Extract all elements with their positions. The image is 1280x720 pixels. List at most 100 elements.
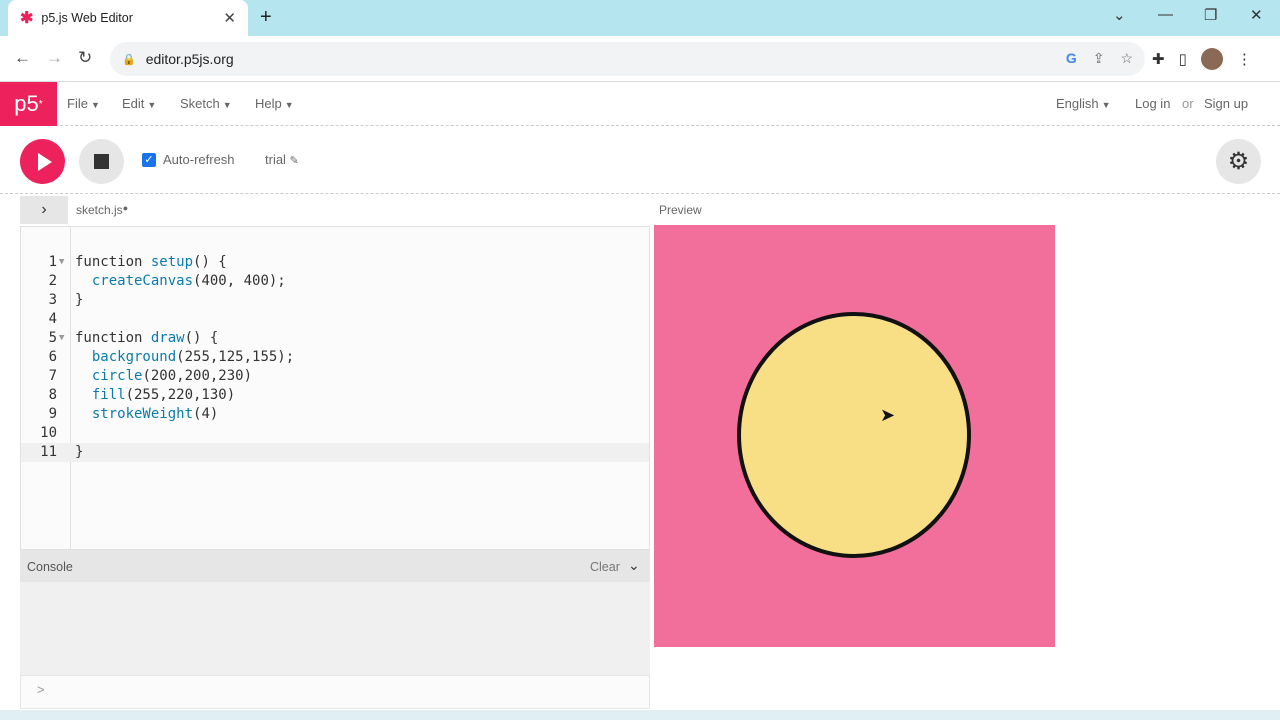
code-lines[interactable]: 1 ▼ function setup() {2 createCanvas(400, … bbox=[21, 253, 649, 462]
code-text[interactable]: background(255,125,155); bbox=[75, 348, 294, 367]
logo-asterisk: * bbox=[38, 98, 43, 110]
code-text[interactable]: fill(255,220,130) bbox=[75, 386, 235, 405]
line-number: 4 bbox=[48, 311, 57, 327]
fold-arrow-icon[interactable]: ▼ bbox=[59, 253, 64, 272]
sketch-name[interactable]: trial ✎ bbox=[265, 152, 299, 167]
console-header: Console Clear ⌄ bbox=[20, 550, 650, 582]
back-icon[interactable]: ← bbox=[14, 48, 31, 68]
chevron-down-icon[interactable]: ⌄ bbox=[628, 557, 640, 574]
restore-icon[interactable]: ❐ bbox=[1204, 6, 1217, 24]
menu-file-label: File bbox=[67, 96, 88, 111]
console-output bbox=[20, 582, 650, 675]
play-icon bbox=[37, 152, 52, 171]
file-name: sketch.js bbox=[76, 203, 123, 217]
code-line[interactable]: 5 ▼ function draw() { bbox=[21, 329, 649, 348]
settings-button[interactable]: ⚙ bbox=[1216, 139, 1261, 184]
forward-icon[interactable]: → bbox=[46, 48, 63, 68]
code-editor[interactable]: 1 ▼ function setup() {2 createCanvas(400, … bbox=[20, 226, 650, 550]
preview-label: Preview bbox=[659, 203, 702, 217]
expand-sidebar-button[interactable]: › bbox=[20, 196, 68, 224]
tab-title: p5.js Web Editor bbox=[41, 11, 133, 25]
new-tab-button[interactable]: + bbox=[260, 6, 272, 29]
code-line[interactable]: 3} bbox=[21, 291, 649, 310]
console-clear-button[interactable]: Clear bbox=[590, 560, 620, 574]
extensions-icon[interactable]: ✚ bbox=[1152, 50, 1165, 68]
menu-sketch[interactable]: Sketch ▼ bbox=[180, 96, 232, 111]
line-number: 3 bbox=[48, 292, 57, 308]
unsaved-dot-icon: ● bbox=[122, 203, 129, 213]
caret-down-icon: ▼ bbox=[284, 100, 294, 110]
preview-svg bbox=[737, 312, 971, 558]
code-line[interactable]: 10 bbox=[21, 424, 649, 443]
reload-icon[interactable]: ↻ bbox=[78, 48, 92, 68]
line-number: 11 bbox=[40, 444, 57, 460]
auto-refresh-label: Auto-refresh bbox=[163, 152, 235, 167]
menu-edit[interactable]: Edit ▼ bbox=[122, 96, 156, 111]
code-line[interactable]: 8 fill(255,220,130) bbox=[21, 386, 649, 405]
menu-help[interactable]: Help ▼ bbox=[255, 96, 294, 111]
fold-arrow-icon[interactable]: ▼ bbox=[59, 329, 64, 348]
menu-file[interactable]: File ▼ bbox=[67, 96, 100, 111]
checkbox-checked-icon[interactable]: ✓ bbox=[142, 152, 156, 167]
code-line[interactable]: 6 background(255,125,155); bbox=[21, 348, 649, 367]
menu-sketch-label: Sketch bbox=[180, 96, 220, 111]
tab-close-icon[interactable]: ✕ bbox=[223, 9, 236, 27]
console-prompt: > bbox=[37, 682, 45, 697]
play-button[interactable] bbox=[20, 139, 65, 184]
signup-link[interactable]: Sign up bbox=[1204, 96, 1248, 111]
file-tab[interactable]: sketch.js● bbox=[76, 203, 128, 217]
mouse-cursor-icon: ➤ bbox=[880, 405, 896, 425]
code-line[interactable]: 7 circle(200,200,230) bbox=[21, 367, 649, 386]
line-number: 2 bbox=[48, 273, 57, 289]
browser-menu-icon[interactable]: ⋮ bbox=[1237, 50, 1252, 68]
taskbar-strip bbox=[0, 710, 1280, 720]
gear-icon: ⚙ bbox=[1227, 148, 1250, 175]
browser-tab-strip: ✱ p5.js Web Editor ✕ + ⌄ — ❐ ✕ bbox=[0, 0, 1280, 36]
caret-down-icon: ▼ bbox=[147, 100, 157, 110]
code-text[interactable]: function draw() { bbox=[75, 329, 218, 348]
window-close-icon[interactable]: ✕ bbox=[1250, 6, 1263, 24]
browser-tab[interactable]: ✱ p5.js Web Editor ✕ bbox=[8, 0, 248, 36]
code-text[interactable]: } bbox=[75, 291, 83, 310]
menu-help-label: Help bbox=[255, 96, 282, 111]
omnibox[interactable]: 🔒 editor.p5js.org G ⇪ ☆ bbox=[110, 42, 1145, 76]
stop-icon bbox=[94, 154, 109, 169]
lock-icon: 🔒 bbox=[122, 53, 136, 66]
code-text[interactable]: } bbox=[75, 443, 83, 462]
google-icon[interactable]: G bbox=[1066, 50, 1077, 67]
chevron-right-icon: › bbox=[41, 201, 47, 218]
sketch-circle bbox=[737, 312, 971, 558]
share-icon[interactable]: ⇪ bbox=[1093, 50, 1105, 67]
console-label: Console bbox=[27, 560, 73, 574]
pencil-icon[interactable]: ✎ bbox=[290, 155, 299, 167]
caret-down-icon: ▼ bbox=[222, 100, 232, 110]
code-text[interactable]: strokeWeight(4) bbox=[75, 405, 218, 424]
code-text[interactable]: circle(200,200,230) bbox=[75, 367, 252, 386]
code-line[interactable]: 4 bbox=[21, 310, 649, 329]
code-line[interactable]: 2 createCanvas(400, 400); bbox=[21, 272, 649, 291]
minimize-icon[interactable]: — bbox=[1158, 6, 1173, 23]
side-panel-icon[interactable]: ▯ bbox=[1179, 50, 1187, 68]
line-number: 9 bbox=[48, 406, 57, 422]
login-link[interactable]: Log in bbox=[1135, 96, 1170, 111]
p5-asterisk-icon: ✱ bbox=[20, 10, 34, 27]
code-line[interactable]: 11} bbox=[21, 443, 649, 462]
code-line[interactable]: 9 strokeWeight(4) bbox=[21, 405, 649, 424]
code-text[interactable]: function setup() { bbox=[75, 253, 227, 272]
profile-avatar[interactable] bbox=[1200, 48, 1223, 70]
caret-down-icon: ▼ bbox=[90, 100, 100, 110]
bookmark-star-icon[interactable]: ☆ bbox=[1120, 50, 1133, 67]
code-text[interactable]: createCanvas(400, 400); bbox=[75, 272, 286, 291]
p5-logo[interactable]: p5 * bbox=[0, 82, 57, 126]
line-number: 7 bbox=[48, 368, 57, 384]
auto-refresh-toggle[interactable]: ✓ Auto-refresh bbox=[142, 152, 235, 167]
stop-button[interactable] bbox=[79, 139, 124, 184]
url-text[interactable]: editor.p5js.org bbox=[146, 51, 234, 67]
tab-search-icon[interactable]: ⌄ bbox=[1113, 6, 1126, 24]
editor-file-bar: › sketch.js● bbox=[20, 196, 650, 224]
language-menu[interactable]: English ▼ bbox=[1056, 96, 1111, 111]
code-line[interactable]: 1 ▼ function setup() { bbox=[21, 253, 649, 272]
line-number: 10 bbox=[40, 425, 57, 441]
preview-canvas[interactable]: ➤ bbox=[654, 225, 1055, 647]
console-input[interactable]: > bbox=[20, 675, 650, 709]
